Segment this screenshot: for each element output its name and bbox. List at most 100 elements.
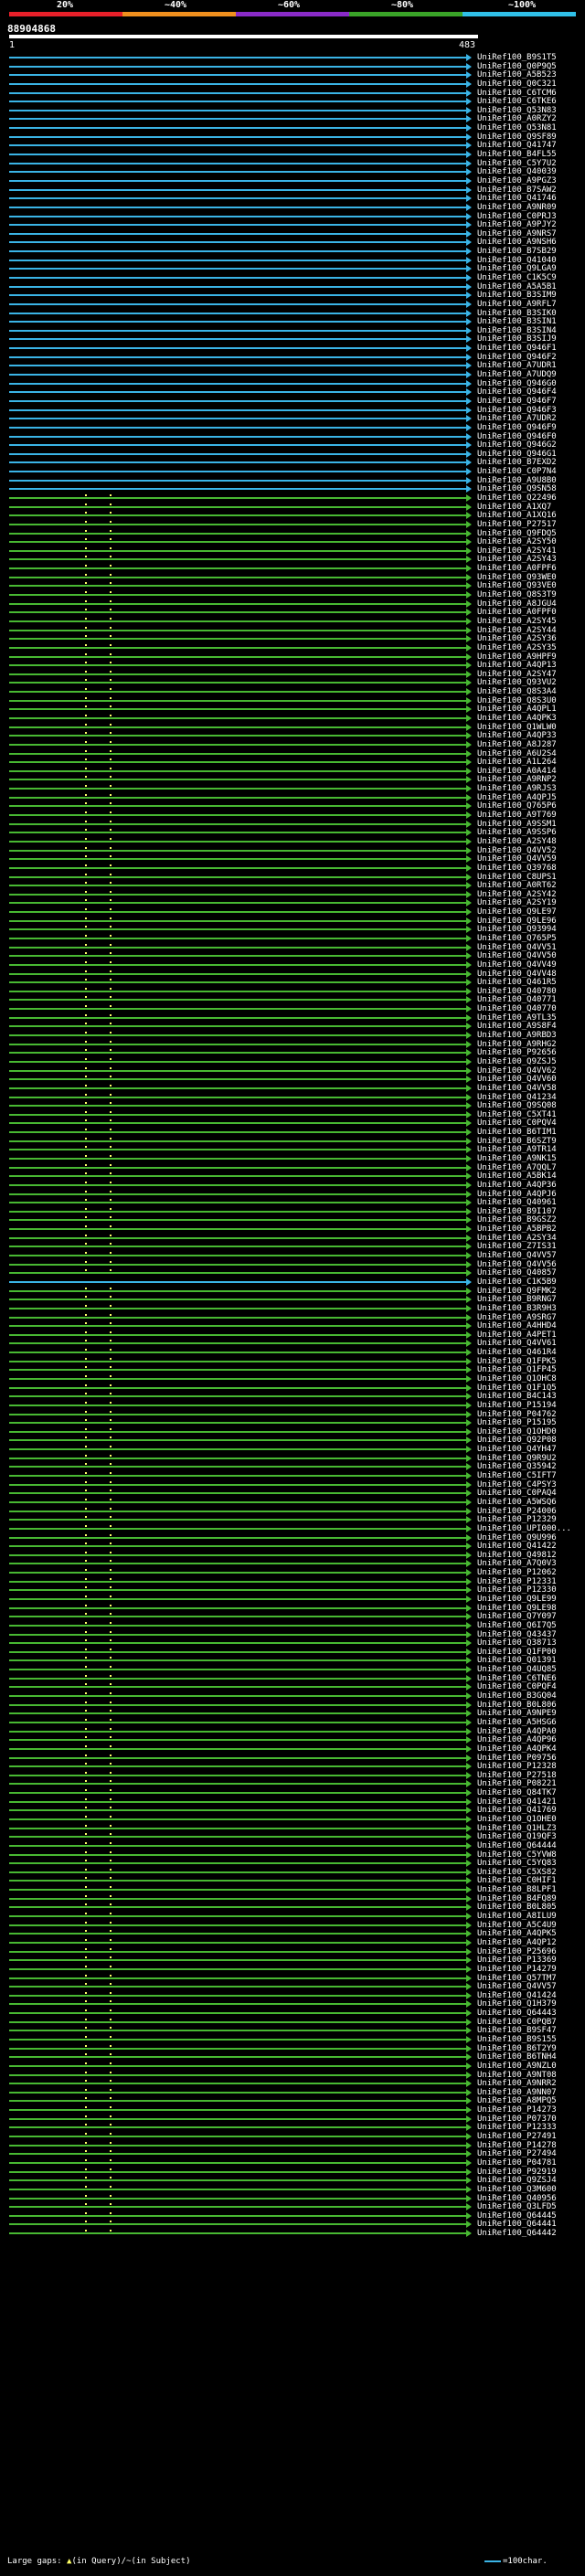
- hit-bar[interactable]: [9, 999, 466, 1002]
- hit-label[interactable]: UniRef100_B6SZT9: [477, 1137, 557, 1146]
- hit-bar[interactable]: [9, 1792, 466, 1795]
- hit-bar[interactable]: [9, 391, 466, 394]
- hit-bar[interactable]: [9, 1236, 466, 1239]
- hit-bar[interactable]: [9, 101, 466, 103]
- hit-label[interactable]: UniRef100_Q64442: [477, 2229, 557, 2238]
- hit-label[interactable]: UniRef100_Q1F1Q5: [477, 1383, 557, 1393]
- hit-label[interactable]: UniRef100_A4QPK3: [477, 714, 557, 723]
- hit-label[interactable]: UniRef100_C5IFT7: [477, 1471, 557, 1480]
- hit-label[interactable]: UniRef100_P15195: [477, 1418, 557, 1427]
- hit-bar[interactable]: [9, 1210, 466, 1213]
- hit-label[interactable]: UniRef100_Q9LE99: [477, 1595, 557, 1604]
- hit-label[interactable]: UniRef100_A1XQ16: [477, 511, 557, 520]
- hit-label[interactable]: UniRef100_A9TL35: [477, 1013, 557, 1023]
- hit-bar[interactable]: [9, 1500, 466, 1503]
- hit-bar[interactable]: [9, 664, 466, 667]
- hit-label[interactable]: UniRef100_C0PQV4: [477, 1118, 557, 1128]
- hit-bar[interactable]: [9, 1404, 466, 1406]
- hit-bar[interactable]: [9, 2197, 466, 2200]
- hit-label[interactable]: UniRef100_A9NK15: [477, 1154, 557, 1163]
- hit-label[interactable]: UniRef100_Q41421: [477, 1797, 557, 1807]
- hit-label[interactable]: UniRef100_A4QP33: [477, 731, 557, 740]
- hit-label[interactable]: UniRef100_Q4VV61: [477, 1339, 557, 1348]
- hit-label[interactable]: UniRef100_A4QPK5: [477, 1929, 557, 1938]
- hit-label[interactable]: UniRef100_Q4VV51: [477, 943, 557, 952]
- hit-label[interactable]: UniRef100_Q9LGA9: [477, 264, 557, 273]
- hit-bar[interactable]: [9, 215, 466, 217]
- hit-label[interactable]: UniRef100_Q4VV56: [477, 1260, 557, 1269]
- hit-bar[interactable]: [9, 435, 466, 438]
- hit-bar[interactable]: [9, 2047, 466, 2050]
- hit-label[interactable]: UniRef100_Q9U996: [477, 1533, 557, 1542]
- hit-label[interactable]: UniRef100_A9RNP2: [477, 775, 557, 784]
- hit-label[interactable]: UniRef100_Q9SQ08: [477, 1101, 557, 1110]
- hit-label[interactable]: UniRef100_Q93VE0: [477, 581, 557, 590]
- hit-label[interactable]: UniRef100_B3SIJ9: [477, 334, 557, 344]
- hit-bar[interactable]: [9, 2030, 466, 2032]
- hit-bar[interactable]: [9, 691, 466, 694]
- hit-label[interactable]: UniRef100_A9S8F4: [477, 1022, 557, 1031]
- hit-label[interactable]: UniRef100_Q40961: [477, 1198, 557, 1207]
- hit-label[interactable]: UniRef100_C0PQF4: [477, 1682, 557, 1691]
- hit-label[interactable]: UniRef100_C5XS82: [477, 1868, 557, 1877]
- hit-bar[interactable]: [9, 1827, 466, 1829]
- hit-label[interactable]: UniRef100_B7SB29: [477, 247, 557, 256]
- hit-label[interactable]: UniRef100_B9I107: [477, 1207, 557, 1216]
- hit-bar[interactable]: [9, 1994, 466, 1997]
- hit-bar[interactable]: [9, 514, 466, 517]
- hit-bar[interactable]: [9, 1783, 466, 1786]
- hit-bar[interactable]: [9, 444, 466, 447]
- hit-label[interactable]: UniRef100_B3SIM9: [477, 291, 557, 300]
- hit-label[interactable]: UniRef100_Q4VV50: [477, 951, 557, 960]
- hit-bar[interactable]: [9, 118, 466, 121]
- hit-label[interactable]: UniRef100_Q64443: [477, 2009, 557, 2018]
- hit-label[interactable]: UniRef100_P27494: [477, 2149, 557, 2158]
- hit-bar[interactable]: [9, 1183, 466, 1186]
- hit-label[interactable]: UniRef100_A2SY35: [477, 643, 557, 652]
- hit-bar[interactable]: [9, 1492, 466, 1495]
- hit-label[interactable]: UniRef100_C0PRJ3: [477, 212, 557, 221]
- hit-bar[interactable]: [9, 2179, 466, 2182]
- hit-bar[interactable]: [9, 1034, 466, 1037]
- hit-bar[interactable]: [9, 338, 466, 341]
- hit-label[interactable]: UniRef100_Q9LE98: [477, 1604, 557, 1613]
- hit-label[interactable]: UniRef100_A0FPF0: [477, 608, 557, 617]
- hit-bar[interactable]: [9, 1386, 466, 1389]
- hit-label[interactable]: UniRef100_C0HIF1: [477, 1876, 557, 1885]
- hit-label[interactable]: UniRef100_Q9SN58: [477, 484, 557, 493]
- hit-label[interactable]: UniRef100_Q946F9: [477, 423, 557, 432]
- hit-bar[interactable]: [9, 1069, 466, 1072]
- hit-label[interactable]: UniRef100_Q1OHD0: [477, 1427, 557, 1436]
- hit-label[interactable]: UniRef100_A5WSQ6: [477, 1498, 557, 1507]
- hit-label[interactable]: UniRef100_P25696: [477, 1947, 557, 1956]
- hit-bar[interactable]: [9, 1087, 466, 1089]
- hit-bar[interactable]: [9, 1809, 466, 1812]
- hit-bar[interactable]: [9, 399, 466, 402]
- hit-label[interactable]: UniRef100_B0L805: [477, 1903, 557, 1912]
- hit-bar[interactable]: [9, 558, 466, 561]
- hit-label[interactable]: UniRef100_Q1OHE0: [477, 1815, 557, 1824]
- hit-label[interactable]: UniRef100_Q4VV49: [477, 960, 557, 970]
- hit-label[interactable]: UniRef100_B4FL55: [477, 150, 557, 159]
- hit-bar[interactable]: [9, 2161, 466, 2164]
- hit-bar[interactable]: [9, 1457, 466, 1459]
- hit-bar[interactable]: [9, 277, 466, 279]
- hit-bar[interactable]: [9, 268, 466, 270]
- hit-bar[interactable]: [9, 1889, 466, 1892]
- hit-bar[interactable]: [9, 928, 466, 931]
- hit-bar[interactable]: [9, 382, 466, 385]
- hit-label[interactable]: UniRef100_B4FQ89: [477, 1894, 557, 1903]
- hit-label[interactable]: UniRef100_B3R9H3: [477, 1304, 557, 1313]
- hit-bar[interactable]: [9, 347, 466, 350]
- hit-bar[interactable]: [9, 885, 466, 887]
- hit-bar[interactable]: [9, 2100, 466, 2103]
- hit-label[interactable]: UniRef100_Q9ZSJ5: [477, 1057, 557, 1066]
- hit-label[interactable]: UniRef100_Q41424: [477, 1991, 557, 2000]
- hit-bar[interactable]: [9, 1642, 466, 1645]
- hit-label[interactable]: UniRef100_P27517: [477, 520, 557, 529]
- hit-label[interactable]: UniRef100_A7Q0V3: [477, 1559, 557, 1568]
- hit-bar[interactable]: [9, 1140, 466, 1142]
- hit-label[interactable]: UniRef100_Q4VV57: [477, 1251, 557, 1260]
- hit-bar[interactable]: [9, 1580, 466, 1583]
- hit-bar[interactable]: [9, 919, 466, 922]
